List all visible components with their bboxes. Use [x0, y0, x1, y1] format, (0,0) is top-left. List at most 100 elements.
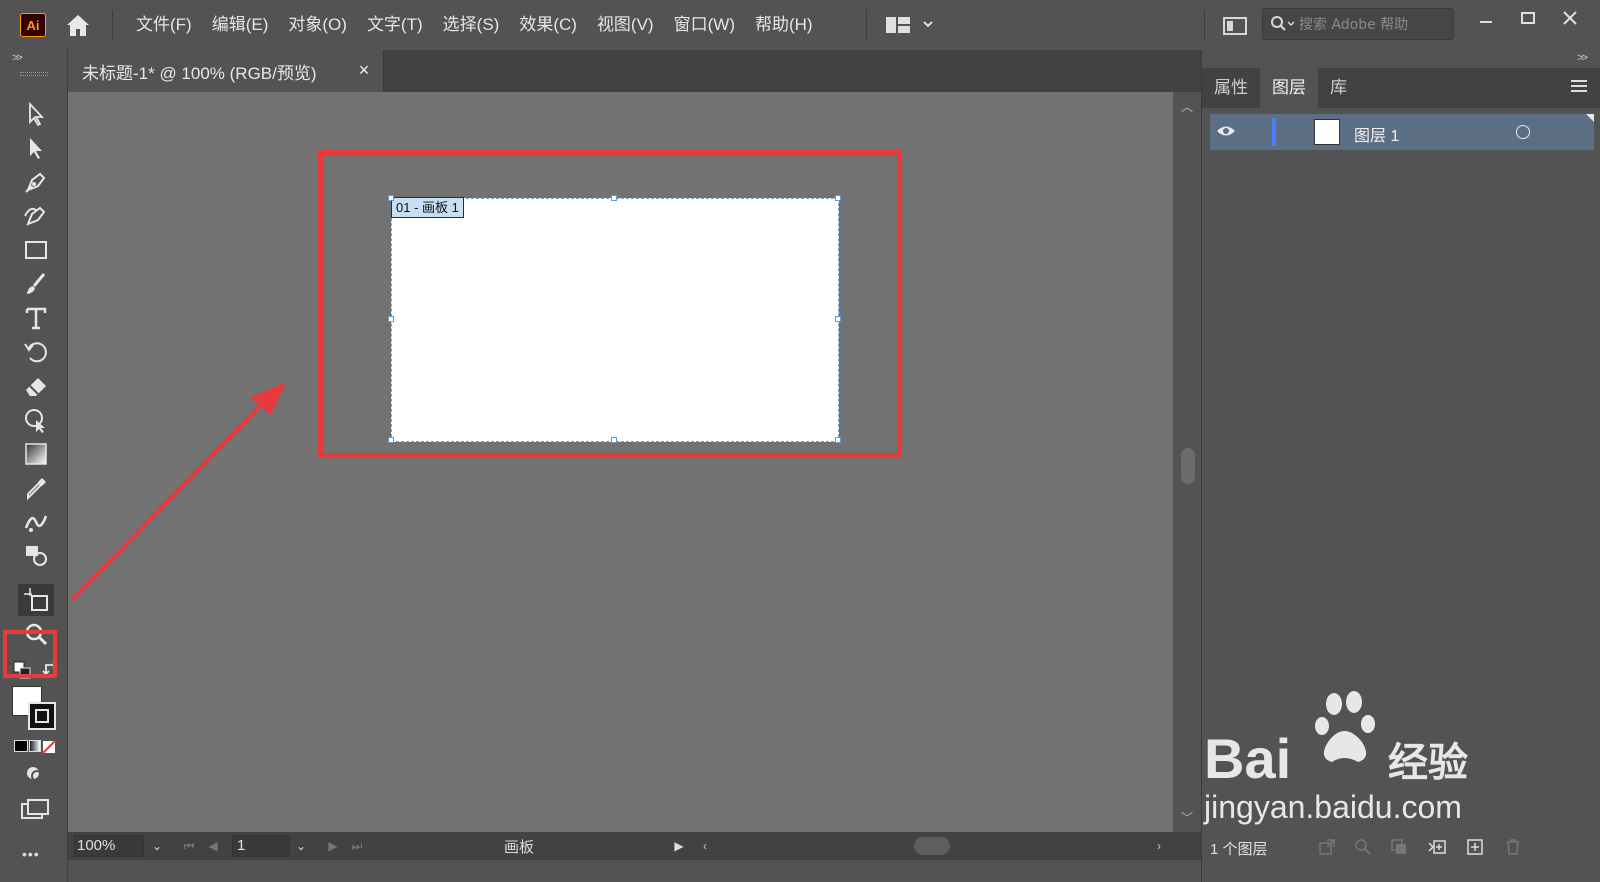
scroll-right-icon[interactable]: ›	[1150, 836, 1168, 856]
direct-selection-tool[interactable]	[18, 132, 54, 164]
curvature-tool[interactable]	[18, 200, 54, 232]
annotation-highlight-artboard-tool	[3, 630, 57, 678]
stroke-swatch[interactable]	[28, 702, 56, 730]
menu-view[interactable]: 视图(V)	[587, 0, 664, 50]
tab-layers[interactable]: 图层	[1260, 68, 1318, 108]
maximize-icon	[1521, 12, 1535, 24]
illustrator-window: Ai 文件(F) 编辑(E) 对象(O) 文字(T) 选择(S) 效果(C) 视…	[0, 0, 1600, 882]
curvature-pen-icon	[24, 206, 46, 226]
first-artboard-icon[interactable]: ⏮	[180, 836, 198, 856]
toolbar-grip[interactable]	[20, 72, 48, 76]
menu-object[interactable]: 对象(O)	[278, 0, 357, 50]
trash-icon[interactable]	[1504, 838, 1522, 856]
scroll-down-icon[interactable]: ﹀	[1181, 809, 1193, 826]
main-menu: 文件(F) 编辑(E) 对象(O) 文字(T) 选择(S) 效果(C) 视图(V…	[126, 0, 823, 50]
target-circle-icon[interactable]	[1516, 125, 1530, 139]
app-logo: Ai	[20, 13, 46, 37]
current-tool-label: 画板	[504, 839, 535, 856]
rotate-tool[interactable]	[18, 336, 54, 368]
type-tool[interactable]	[18, 302, 54, 334]
zoom-level-field[interactable]: 100%	[74, 835, 144, 857]
menu-edit[interactable]: 编辑(E)	[202, 0, 279, 50]
gradient-mode-button[interactable]	[29, 740, 41, 752]
more-tools-icon[interactable]: •••	[22, 846, 40, 862]
menu-help[interactable]: 帮助(H)	[745, 0, 823, 50]
selection-tool[interactable]	[18, 98, 54, 130]
eyedropper-icon	[27, 478, 46, 501]
search-placeholder: 搜索 Adobe 帮助	[1299, 17, 1409, 33]
menu-type[interactable]: 文字(T)	[357, 0, 433, 50]
collapse-panel-icon[interactable]: >>	[1577, 52, 1588, 64]
panel-toggle-icon[interactable]	[1222, 15, 1248, 37]
artboard-dropdown-icon[interactable]: ⌄	[290, 835, 312, 857]
blend-icon	[24, 515, 48, 532]
zoom-dropdown-icon[interactable]: ⌄	[146, 835, 168, 857]
new-layer-icon[interactable]	[1466, 838, 1484, 856]
shape-builder-tool[interactable]	[18, 540, 54, 572]
vertical-scrollbar[interactable]: ︿ ﹀	[1173, 92, 1201, 832]
new-sublayer-icon[interactable]	[1428, 838, 1446, 856]
workspace-switcher-icon[interactable]	[884, 14, 936, 36]
artboard-number-field[interactable]: 1	[232, 835, 290, 857]
document-tab[interactable]: 未标题-1* @ 100% (RGB/预览) ×	[68, 50, 384, 92]
rectangle-icon	[25, 241, 47, 259]
export-icon[interactable]	[1318, 838, 1336, 856]
none-mode-icon[interactable]	[42, 740, 56, 754]
gradient-tool[interactable]	[18, 438, 54, 470]
next-artboard-icon[interactable]: ▶	[324, 836, 342, 856]
maximize-button[interactable]	[1510, 6, 1546, 30]
eyedropper-tool[interactable]	[18, 472, 54, 504]
horizontal-scroll-thumb[interactable]	[914, 837, 950, 855]
scroll-up-icon[interactable]: ︿	[1181, 98, 1193, 115]
paintbrush-tool[interactable]	[18, 268, 54, 300]
pen-icon	[25, 172, 46, 193]
tab-properties[interactable]: 属性	[1202, 68, 1260, 108]
last-artboard-icon[interactable]: ⏭	[348, 836, 366, 856]
annotation-highlight-artboard	[318, 150, 902, 458]
previous-artboard-icon[interactable]: ◀	[204, 836, 222, 856]
menu-window[interactable]: 窗口(W)	[664, 0, 745, 50]
scroll-left-icon[interactable]: ‹	[696, 836, 714, 856]
color-mode-button[interactable]	[14, 740, 28, 752]
collapse-toolbar-icon[interactable]: >>	[12, 52, 23, 64]
help-search-field[interactable]: 搜索 Adobe 帮助	[1262, 8, 1454, 40]
vertical-scroll-thumb[interactable]	[1181, 448, 1195, 484]
menu-separator	[1204, 10, 1205, 40]
shape-builder-icon	[26, 546, 47, 566]
menu-select[interactable]: 选择(S)	[433, 0, 510, 50]
blend-tool[interactable]	[18, 506, 54, 538]
close-icon[interactable]: ×	[353, 59, 375, 81]
artboard-icon	[24, 588, 48, 611]
layer-name[interactable]: 图层 1	[1354, 122, 1399, 146]
locate-object-icon[interactable]	[1354, 838, 1372, 856]
eraser-tool[interactable]	[18, 370, 54, 402]
arrow-outline-icon	[29, 101, 45, 127]
canvas-area[interactable]: 01 - 画板 1	[68, 92, 1173, 832]
close-icon	[1563, 11, 1577, 25]
warp-icon	[25, 409, 45, 433]
screen-mode-icon[interactable]	[20, 798, 50, 822]
puppet-warp-tool[interactable]	[18, 404, 54, 436]
eye-icon[interactable]	[1216, 124, 1236, 138]
rectangle-tool[interactable]	[18, 234, 54, 266]
menu-effect[interactable]: 效果(C)	[509, 0, 587, 50]
layer-row[interactable]: 图层 1	[1210, 114, 1594, 150]
brush-icon	[27, 273, 46, 294]
menu-file[interactable]: 文件(F)	[126, 0, 202, 50]
clipping-mask-icon[interactable]	[1390, 838, 1408, 856]
minimize-button[interactable]	[1468, 6, 1504, 30]
status-menu-icon[interactable]: ▶	[670, 836, 688, 856]
tab-libraries[interactable]: 库	[1318, 68, 1359, 108]
pen-tool[interactable]	[18, 166, 54, 198]
draw-mode-icon[interactable]	[24, 764, 46, 784]
type-t-icon	[25, 307, 47, 330]
layers-panel-footer: 1 个图层	[1202, 830, 1600, 864]
hamburger-menu-icon[interactable]	[1570, 78, 1588, 94]
eraser-icon	[26, 378, 46, 396]
close-window-button[interactable]	[1552, 6, 1588, 30]
minimize-icon	[1480, 21, 1492, 23]
selection-corner-icon	[1586, 114, 1594, 122]
home-icon[interactable]	[64, 12, 92, 38]
annotation-arrow	[70, 382, 286, 602]
artboard-tool[interactable]	[18, 584, 54, 616]
